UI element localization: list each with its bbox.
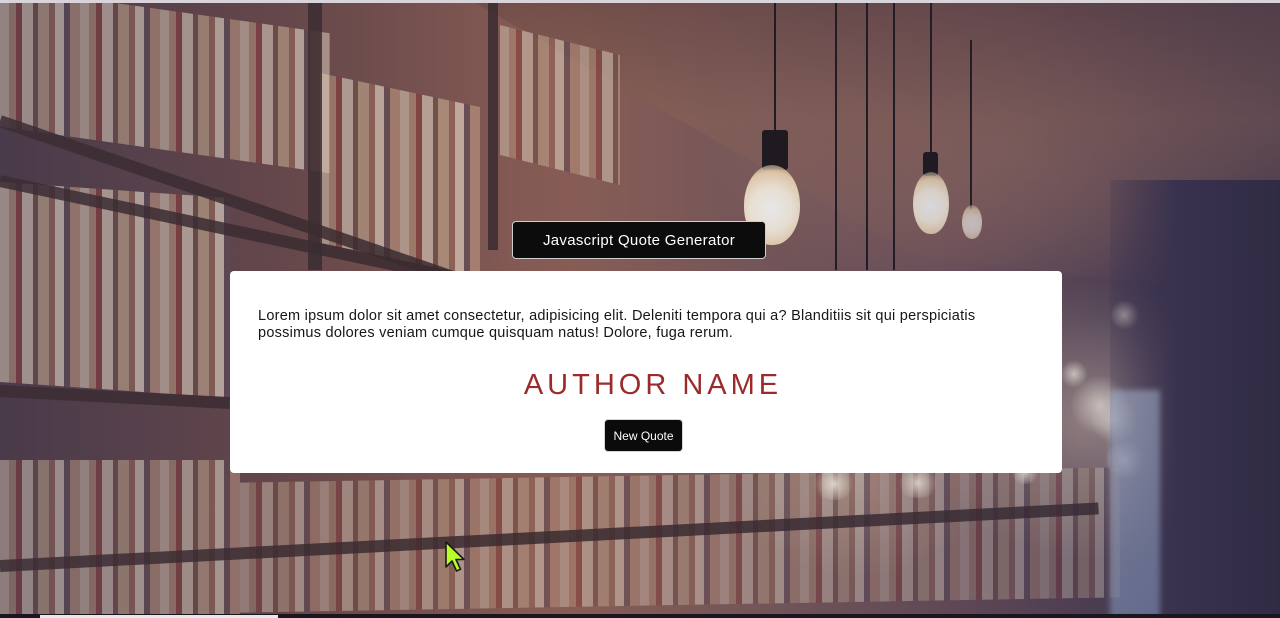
- title-button[interactable]: Javascript Quote Generator: [512, 221, 766, 259]
- quote-text: Lorem ipsum dolor sit amet consectetur, …: [258, 308, 976, 341]
- top-border: [0, 0, 1280, 3]
- new-quote-button[interactable]: New Quote: [604, 419, 683, 452]
- quote-card: Lorem ipsum dolor sit amet consectetur, …: [230, 271, 1062, 473]
- author-name: AUTHOR NAME: [523, 369, 783, 401]
- mouse-pointer-icon: [445, 541, 465, 572]
